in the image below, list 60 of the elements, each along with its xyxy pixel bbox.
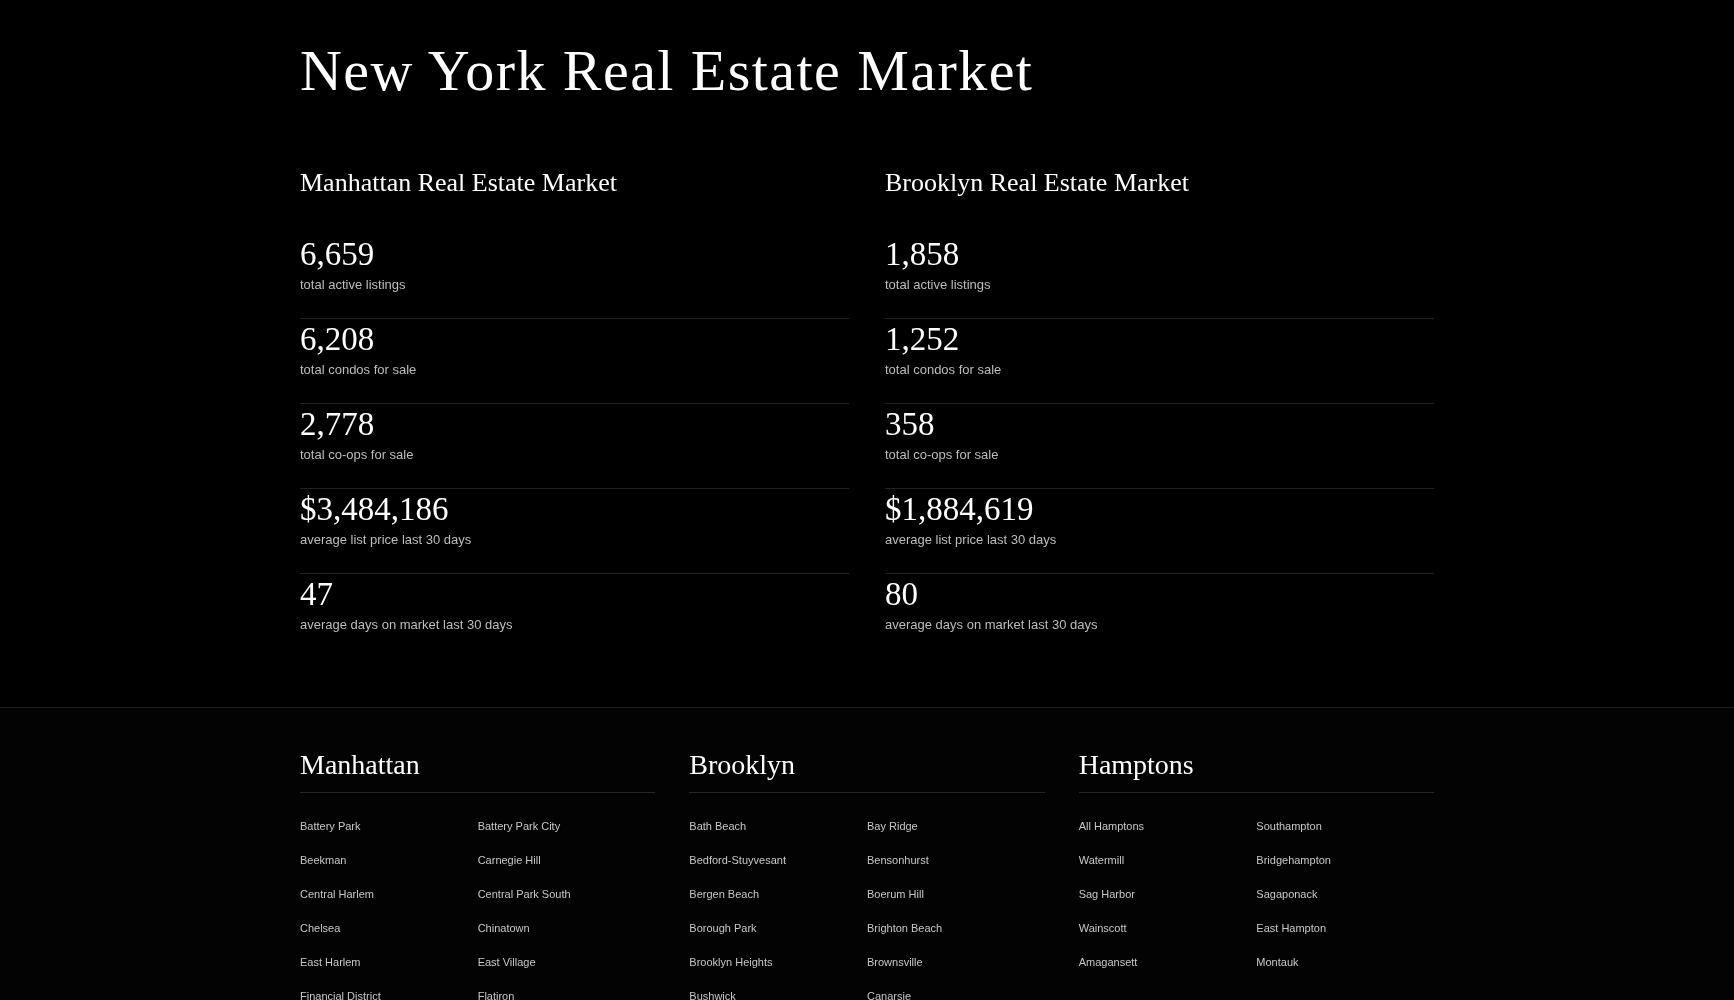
neighborhood-link[interactable]: Bushwick	[689, 987, 736, 1000]
neighborhood-link[interactable]: Bay Ridge	[867, 817, 918, 835]
stat-value: 1,252	[885, 320, 960, 359]
neighborhood-link[interactable]: Financial District	[300, 987, 381, 1000]
neighborhood-link[interactable]: Sag Harbor	[1078, 885, 1135, 903]
neighborhood-link[interactable]: East Harlem	[300, 953, 361, 971]
stat-label: average list price last 30 days	[885, 531, 1057, 549]
stat-label: total active listings	[300, 276, 406, 294]
stat-value: 80	[885, 575, 918, 614]
neighborhood-link[interactable]: Battery Park	[300, 817, 361, 835]
neighborhood-link[interactable]: Montauk	[1256, 953, 1299, 971]
stat-value: 2,778	[300, 405, 375, 444]
page-title: New York Real Estate Market	[300, 37, 1034, 105]
stat-label: average days on market last 30 days	[885, 616, 1098, 634]
stat-label: total condos for sale	[300, 361, 417, 379]
neighborhood-link[interactable]: Watermill	[1078, 851, 1125, 869]
neighborhood-link[interactable]: Wainscott	[1078, 919, 1127, 937]
neighborhood-link[interactable]: Bedford-Stuyvesant	[689, 851, 786, 869]
neighborhood-link[interactable]: Chinatown	[477, 919, 530, 937]
stat-value: 47	[300, 575, 333, 614]
neighborhood-link[interactable]: Chelsea	[300, 919, 341, 937]
stat-label: total co-ops for sale	[300, 446, 414, 464]
neighborhood-link[interactable]: Central Harlem	[300, 885, 374, 903]
area-heading: Manhattan	[300, 748, 420, 782]
neighborhood-link[interactable]: Borough Park	[689, 919, 757, 937]
neighborhood-link[interactable]: Bath Beach	[689, 817, 747, 835]
neighborhood-link[interactable]: Battery Park City	[477, 817, 561, 835]
neighborhood-link[interactable]: All Hamptons	[1078, 817, 1145, 835]
area-heading: Brooklyn	[689, 748, 796, 782]
stat-label: total co-ops for sale	[885, 446, 999, 464]
neighborhood-link[interactable]: Brighton Beach	[867, 919, 943, 937]
neighborhood-link[interactable]: Canarsie	[867, 987, 911, 1000]
section-title: Brooklyn Real Estate Market	[885, 168, 1189, 198]
stat-label: average list price last 30 days	[300, 531, 472, 549]
neighborhood-link[interactable]: Amagansett	[1078, 953, 1138, 971]
stat-value: 6,659	[300, 235, 375, 274]
neighborhood-link[interactable]: Brownsville	[867, 953, 923, 971]
neighborhood-link[interactable]: East Village	[477, 953, 536, 971]
neighborhood-link[interactable]: Central Park South	[477, 885, 571, 903]
section-title: Manhattan Real Estate Market	[300, 168, 617, 198]
neighborhood-link[interactable]: Southampton	[1256, 817, 1322, 835]
neighborhood-link[interactable]: Bensonhurst	[867, 851, 929, 869]
stat-value: 358	[885, 405, 935, 444]
stat-value: 6,208	[300, 320, 375, 359]
neighborhood-link[interactable]: Carnegie Hill	[477, 851, 541, 869]
neighborhood-link[interactable]: Sagaponack	[1256, 885, 1318, 903]
neighborhood-link[interactable]: East Hampton	[1256, 919, 1327, 937]
area-heading: Hamptons	[1078, 748, 1194, 782]
stat-label: total condos for sale	[885, 361, 1002, 379]
stat-value: $3,484,186	[300, 490, 449, 529]
stat-value: $1,884,619	[885, 490, 1034, 529]
neighborhood-link[interactable]: Brooklyn Heights	[689, 953, 773, 971]
neighborhood-link[interactable]: Bridgehampton	[1256, 851, 1331, 869]
neighborhood-link[interactable]: Flatiron	[477, 987, 515, 1000]
neighborhood-link[interactable]: Bergen Beach	[689, 885, 760, 903]
stat-label: total active listings	[885, 276, 991, 294]
stat-label: average days on market last 30 days	[300, 616, 513, 634]
stat-value: 1,858	[885, 235, 960, 274]
neighborhood-link[interactable]: Beekman	[300, 851, 347, 869]
neighborhood-link[interactable]: Boerum Hill	[867, 885, 924, 903]
